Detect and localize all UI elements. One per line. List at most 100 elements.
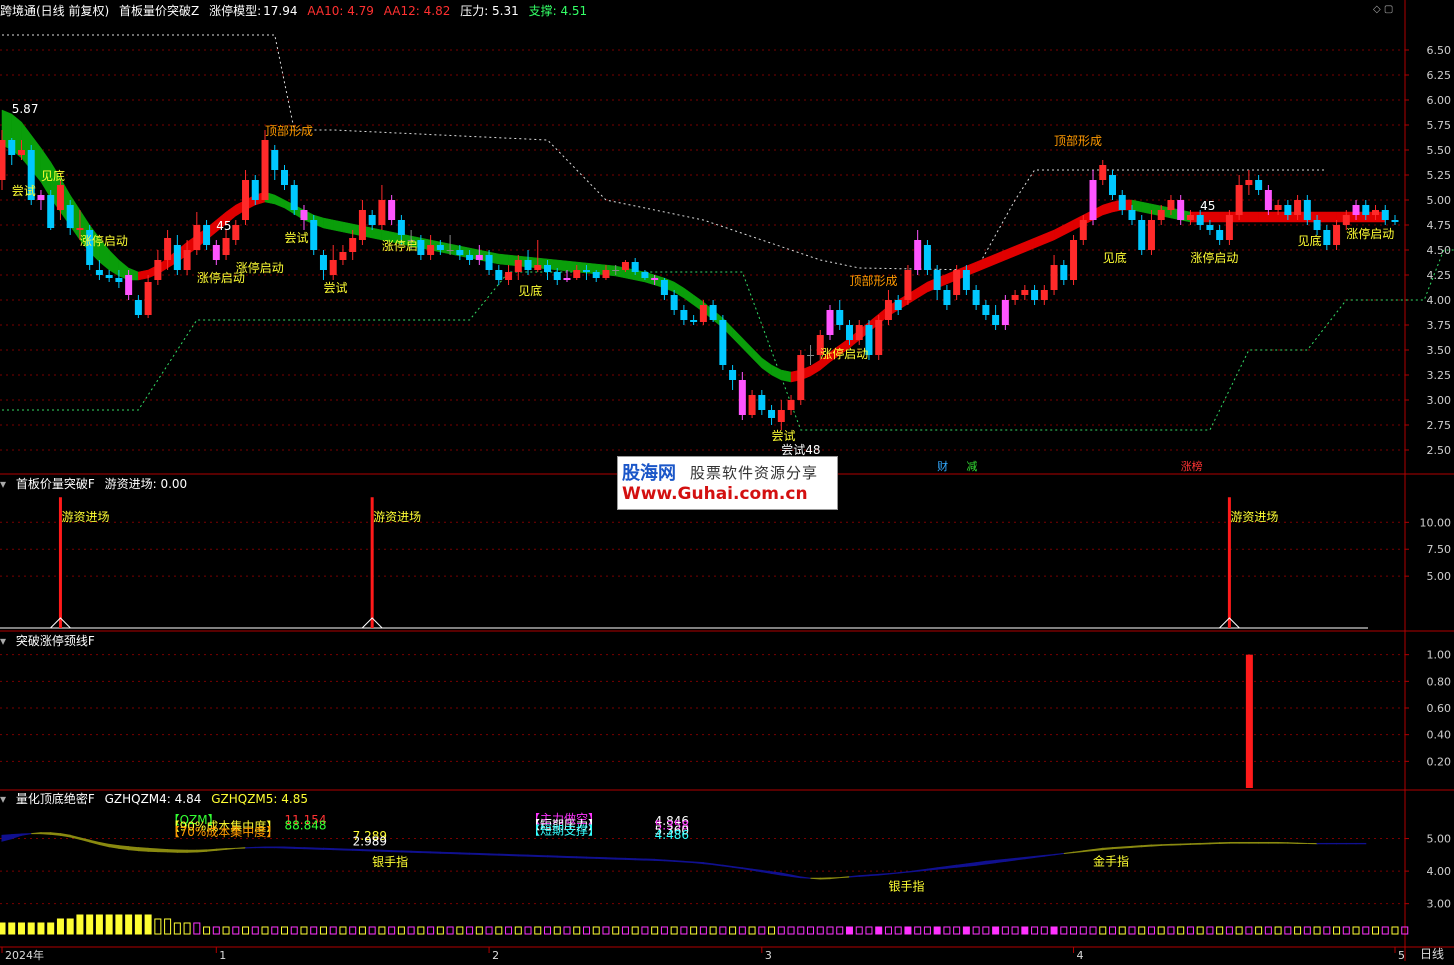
candle-body [1392, 220, 1399, 222]
chart-annotation: 顶部形成 [849, 273, 897, 288]
trend-ribbon-segment [1220, 842, 1230, 843]
volume-bar [798, 927, 804, 934]
chart-annotation: 涨停启动 [236, 260, 284, 275]
volume-bar [1032, 927, 1038, 934]
trend-ribbon-segment [1054, 854, 1064, 855]
trend-ribbon-segment [713, 864, 723, 866]
volume-bar [564, 927, 570, 934]
volume-bar [1110, 927, 1116, 934]
trend-ribbon-segment [830, 878, 840, 879]
trend-ribbon-segment [246, 847, 256, 848]
y-tick-label: 4.00 [1427, 865, 1452, 878]
candle-body [378, 200, 385, 225]
chart-annotation: 尝试 [12, 183, 36, 198]
candle-body [1177, 200, 1184, 220]
candle-body [330, 260, 337, 275]
event-marker: 减 [966, 460, 977, 473]
period-label[interactable]: 日线 [1420, 947, 1444, 961]
chart-annotation: 45 [216, 219, 231, 233]
trend-ribbon-segment [1268, 842, 1278, 843]
candle-body [476, 255, 483, 260]
candle-body [0, 140, 6, 180]
trend-ribbon-segment [762, 870, 772, 873]
layout-toggle-icon[interactable]: ◇ ▢ [1373, 4, 1393, 15]
trend-ribbon-segment [957, 864, 967, 867]
candle-body [758, 395, 765, 410]
trend-band-segment [684, 288, 694, 305]
chart-annotation: 见底 [1103, 250, 1127, 265]
trend-ribbon-segment [1083, 850, 1093, 852]
candle-body [602, 270, 609, 278]
chart-annotation: 涨停启 [382, 238, 418, 253]
trend-ribbon-segment [684, 861, 694, 862]
trend-ribbon-segment [1249, 842, 1259, 843]
candle-body [778, 410, 785, 422]
trend-ribbon-segment [986, 860, 996, 864]
trend-ribbon-segment [849, 876, 859, 877]
volume-bar [583, 927, 589, 934]
x-tick-label: 1 [219, 949, 226, 961]
candle-body [1343, 215, 1350, 225]
candle-body [1216, 230, 1223, 240]
trend-band-segment [742, 338, 752, 358]
stock-title[interactable]: 跨境通(日线 前复权) [0, 4, 109, 18]
volume-bar [944, 927, 950, 934]
y-tick-label: 7.50 [1427, 543, 1452, 556]
volume-bar [1226, 927, 1232, 934]
candle-body [1128, 210, 1135, 220]
volume-bar [788, 927, 794, 934]
trend-ribbon-segment [31, 833, 41, 834]
pane2-title[interactable]: 首板价量突破F [16, 477, 95, 491]
candle-body [651, 278, 658, 280]
trend-ribbon-segment [586, 857, 596, 858]
volume-bar [554, 927, 560, 934]
trend-ribbon-segment [1015, 857, 1025, 860]
zt-label: 涨停模型: [209, 4, 261, 18]
trend-band-segment [781, 370, 791, 382]
collapse-icon[interactable]: ▾ [0, 634, 6, 648]
candle-body [729, 370, 736, 380]
candle-body [213, 245, 220, 260]
volume-bar [1119, 927, 1125, 934]
candle-body [593, 272, 600, 278]
candle-body [788, 400, 795, 410]
trend-ribbon-segment [567, 856, 577, 857]
y-tick-label: 5.75 [1427, 119, 1452, 132]
watermark-name: 股海网 [622, 459, 676, 485]
candle-body [96, 270, 103, 275]
trend-ribbon-segment [489, 854, 499, 855]
trend-ribbon-segment [382, 850, 392, 851]
volume-bar [379, 927, 385, 934]
candle-body [262, 140, 269, 200]
collapse-icon[interactable]: ▾ [0, 477, 6, 491]
volume-bar [194, 923, 200, 934]
pane3-title[interactable]: 突破涨停颈线F [16, 634, 95, 648]
volume-bar [330, 927, 336, 934]
y-tick-label: 3.00 [1427, 394, 1452, 407]
chart-annotation: 顶部形成 [1054, 133, 1102, 148]
volume-bar [408, 927, 414, 934]
candle-body [76, 228, 83, 230]
candle-body [1109, 175, 1116, 195]
trend-ribbon-segment [2, 835, 12, 842]
y-tick-label: 5.00 [1427, 570, 1452, 583]
volume-bar [993, 927, 999, 934]
trend-ribbon-segment [1229, 842, 1239, 843]
trend-band-segment [1327, 212, 1337, 222]
volume-bar [87, 915, 93, 934]
candle-body [807, 355, 814, 356]
pane4-title[interactable]: 量化顶底绝密F [16, 792, 95, 806]
candle-body [573, 270, 580, 278]
candle-body [739, 380, 746, 415]
indicator-name[interactable]: 首板量价突破Z [119, 4, 199, 18]
volume-bar [1353, 927, 1359, 934]
candle-body [544, 265, 551, 272]
collapse-icon[interactable]: ▾ [0, 792, 6, 806]
candle-body [1275, 205, 1282, 210]
event-marker: 涨榜 [1181, 459, 1203, 473]
candle-body [797, 355, 804, 400]
trend-ribbon-segment [859, 875, 869, 876]
candle-body [300, 210, 307, 220]
candle-body [1206, 225, 1213, 230]
trend-ribbon-segment [888, 873, 898, 874]
